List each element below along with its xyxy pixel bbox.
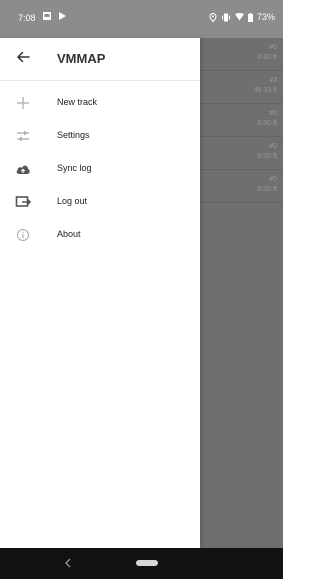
track-row[interactable]: #3 46.33 ft	[200, 71, 283, 104]
image-notification-icon	[43, 12, 51, 20]
track-distance: 0.00 ft	[257, 153, 277, 160]
menu-item-label: New track	[57, 97, 98, 107]
track-row[interactable]: #0 0.00 ft	[200, 38, 283, 71]
location-icon	[209, 12, 217, 22]
track-distance: 0.00 ft	[257, 186, 277, 193]
track-distance: 46.33 ft	[253, 87, 277, 94]
menu-item-log-out[interactable]: Log out	[0, 186, 200, 219]
menu-item-settings[interactable]: Settings	[0, 120, 200, 153]
track-id: #3	[269, 77, 277, 84]
track-id: #0	[269, 176, 277, 183]
plus-icon	[17, 97, 29, 109]
back-arrow-icon[interactable]	[15, 49, 31, 65]
drawer-header: VMMAP	[0, 38, 200, 81]
track-row[interactable]: #0 0.00 ft	[200, 104, 283, 137]
cloud-upload-icon	[16, 165, 30, 174]
status-right-cluster: 73%	[209, 12, 275, 22]
vibrate-icon	[221, 13, 230, 21]
nav-back-icon[interactable]	[63, 557, 73, 569]
track-distance: 0.00 ft	[257, 120, 277, 127]
menu-item-sync-log[interactable]: Sync log	[0, 153, 200, 186]
track-row[interactable]: #0 0.00 ft	[200, 137, 283, 170]
track-id: #0	[269, 143, 277, 150]
status-bar: 7:08 73%	[0, 0, 283, 38]
system-navigation-bar	[0, 548, 283, 579]
logout-icon	[15, 196, 31, 207]
menu-item-new-track[interactable]: New track	[0, 87, 200, 120]
drawer-menu: New track Settings Sync log Log out Abou…	[0, 81, 200, 252]
nav-home-pill[interactable]	[136, 560, 158, 566]
menu-item-label: Log out	[57, 196, 88, 206]
play-store-notification-icon	[59, 12, 66, 20]
track-id: #0	[269, 44, 277, 51]
info-icon	[17, 229, 29, 241]
battery-percentage: 73%	[256, 12, 275, 22]
navigation-drawer: VMMAP New track Settings Sync log Log ou…	[0, 38, 200, 548]
wifi-icon	[234, 13, 244, 21]
track-distance: 0.00 ft	[257, 54, 277, 61]
track-row[interactable]: #0 0.00 ft	[200, 170, 283, 203]
menu-item-label: Sync log	[57, 163, 92, 173]
app-title: VMMAP	[57, 51, 106, 66]
sliders-icon	[17, 131, 29, 141]
status-time: 7:08	[18, 13, 36, 23]
menu-item-label: Settings	[57, 130, 90, 140]
menu-item-about[interactable]: About	[0, 219, 200, 252]
battery-icon	[247, 12, 253, 22]
menu-item-label: About	[57, 229, 81, 239]
track-list-backdrop[interactable]: #0 0.00 ft #3 46.33 ft #0 0.00 ft #0 0.0…	[200, 38, 283, 548]
track-id: #0	[269, 110, 277, 117]
